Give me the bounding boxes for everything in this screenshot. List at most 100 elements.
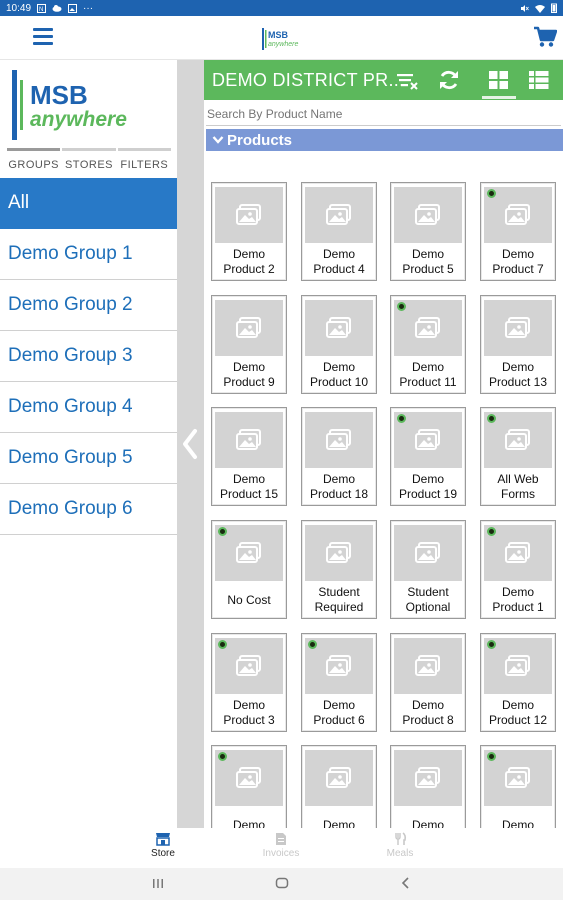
list-view-icon[interactable]: [527, 69, 551, 91]
product-tile[interactable]: Student Optional: [390, 520, 466, 619]
menu-icon[interactable]: [33, 28, 53, 46]
clear-filter-icon[interactable]: [395, 69, 419, 91]
product-tile[interactable]: Demo Product 9: [211, 295, 287, 394]
group-item-demo-group-1[interactable]: Demo Group 1: [0, 229, 177, 280]
product-name: Demo Product 15: [212, 472, 286, 502]
product-tile[interactable]: Demo Product 7: [480, 182, 556, 281]
image-placeholder-icon: [505, 655, 530, 676]
product-name: Demo Product 8: [391, 698, 465, 728]
product-tile[interactable]: No Cost: [211, 520, 287, 619]
svg-text:MSB: MSB: [268, 30, 289, 40]
product-tile[interactable]: Demo Product 19: [390, 407, 466, 506]
group-item-demo-group-6[interactable]: Demo Group 6: [0, 484, 177, 535]
wifi-icon: [535, 4, 545, 13]
group-item-demo-group-3[interactable]: Demo Group 3: [0, 331, 177, 382]
nav-invoices[interactable]: Invoices: [251, 832, 311, 859]
back-icon[interactable]: [399, 876, 413, 890]
product-name: Demo Product 19: [391, 472, 465, 502]
image-placeholder-icon: [236, 767, 261, 788]
nav-store[interactable]: Store: [133, 832, 193, 859]
product-image-placeholder: [394, 638, 462, 694]
product-tile[interactable]: Demo Product 12: [480, 633, 556, 732]
product-tile[interactable]: Demo Product 2: [211, 182, 287, 281]
group-item-all[interactable]: All: [0, 178, 177, 229]
product-tile[interactable]: Demo: [301, 745, 377, 828]
sidebar-tabs: GROUPS STORES FILTERS: [6, 148, 172, 174]
image-placeholder-icon: [326, 655, 351, 676]
image-placeholder-icon: [505, 542, 530, 563]
invoice-icon: [276, 833, 286, 845]
product-name: Demo Product 12: [481, 698, 555, 728]
product-tile[interactable]: Student Required: [301, 520, 377, 619]
product-name-line2: Product 7: [492, 262, 544, 276]
product-tile[interactable]: Demo Product 10: [301, 295, 377, 394]
product-tile[interactable]: Demo Product 1: [480, 520, 556, 619]
svg-text:anywhere: anywhere: [30, 108, 127, 131]
shopping-cart-icon[interactable]: [533, 26, 557, 48]
refresh-icon[interactable]: [437, 69, 461, 91]
product-name-line2: Optional: [405, 600, 451, 614]
image-placeholder-icon: [326, 317, 351, 338]
grid-view-icon[interactable]: [487, 69, 511, 91]
product-name: Demo: [391, 818, 465, 828]
product-tile[interactable]: Demo Product 18: [301, 407, 377, 506]
product-name: Demo Product 2: [212, 247, 286, 277]
image-placeholder-icon: [415, 542, 440, 563]
product-status-badge: [487, 640, 496, 649]
image-placeholder-icon: [326, 204, 351, 225]
product-name-line1: Demo: [501, 585, 534, 599]
product-tile[interactable]: Demo: [480, 745, 556, 828]
product-name: Demo Product 7: [481, 247, 555, 277]
nav-invoices-label: Invoices: [262, 848, 300, 859]
chevron-left-icon[interactable]: [180, 428, 202, 460]
product-tile[interactable]: Demo Product 15: [211, 407, 287, 506]
product-tile[interactable]: Demo Product 13: [480, 295, 556, 394]
search-input[interactable]: [206, 102, 561, 126]
product-name-line1: Student: [318, 585, 360, 599]
product-name-line2: Forms: [501, 487, 535, 501]
msb-anywhere-logo: MSB anywhere: [12, 70, 127, 140]
product-tile[interactable]: Demo: [211, 745, 287, 828]
svg-text:MSB: MSB: [30, 80, 88, 110]
mute-icon: [521, 4, 529, 12]
image-placeholder-icon: [415, 317, 440, 338]
product-name-line1: Demo: [501, 247, 534, 261]
product-name: Demo Product 10: [302, 360, 376, 390]
nav-meals[interactable]: Meals: [370, 832, 430, 859]
svg-text:N: N: [39, 7, 43, 13]
sidebar: MSB anywhere GROUPS STORES FILTERS All D…: [0, 60, 177, 828]
product-image-placeholder: [215, 300, 283, 356]
product-name-line2: Product 3: [223, 713, 275, 727]
product-name: Demo Product 6: [302, 698, 376, 728]
tab-groups[interactable]: GROUPS: [7, 148, 61, 174]
product-name-line1: Demo: [411, 360, 444, 374]
product-name: Student Required: [302, 585, 376, 615]
product-tile[interactable]: Demo Product 5: [390, 182, 466, 281]
image-placeholder-icon: [415, 655, 440, 676]
product-name-line1: Demo: [322, 360, 355, 374]
product-tile[interactable]: Demo Product 3: [211, 633, 287, 732]
product-tile[interactable]: Demo Product 6: [301, 633, 377, 732]
product-image-placeholder: [305, 412, 373, 468]
group-item-demo-group-2[interactable]: Demo Group 2: [0, 280, 177, 331]
products-section-title: Products: [227, 131, 293, 149]
product-name-line1: Demo: [411, 247, 444, 261]
product-name-line1: Demo: [322, 247, 355, 261]
product-tile[interactable]: Demo Product 11: [390, 295, 466, 394]
product-tile[interactable]: Demo: [390, 745, 466, 828]
system-navigation-bar: [0, 868, 563, 900]
product-name-line1: Student: [407, 585, 449, 599]
product-tile[interactable]: Demo Product 8: [390, 633, 466, 732]
product-name: Demo Product 18: [302, 472, 376, 502]
group-item-demo-group-4[interactable]: Demo Group 4: [0, 382, 177, 433]
tab-filters[interactable]: FILTERS: [117, 148, 171, 174]
recent-apps-icon[interactable]: [151, 876, 165, 890]
tab-stores[interactable]: STORES: [62, 148, 116, 174]
product-tile[interactable]: All Web Forms: [480, 407, 556, 506]
product-tile[interactable]: Demo Product 4: [301, 182, 377, 281]
group-item-demo-group-5[interactable]: Demo Group 5: [0, 433, 177, 484]
product-image-placeholder: [215, 412, 283, 468]
home-icon[interactable]: [275, 876, 289, 890]
image-placeholder-icon: [326, 429, 351, 450]
products-section-header[interactable]: Products: [206, 129, 563, 151]
